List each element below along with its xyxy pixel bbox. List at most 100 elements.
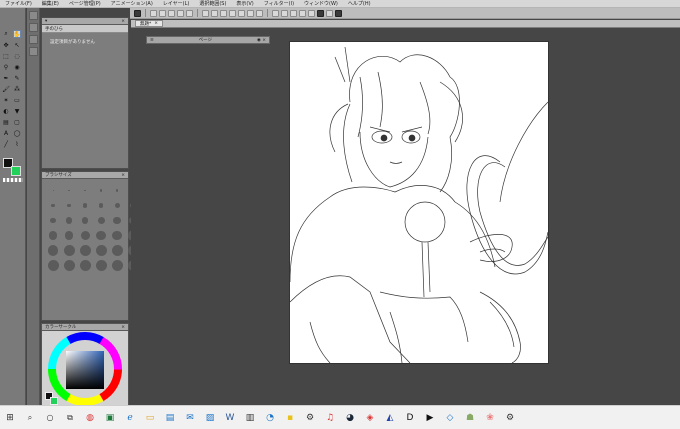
mail-icon[interactable]: ✉ bbox=[182, 411, 198, 425]
brush-size-preset[interactable] bbox=[79, 215, 91, 226]
brush-size-preset[interactable] bbox=[47, 200, 59, 211]
transparent-color-swatch[interactable] bbox=[3, 178, 23, 182]
redo-icon[interactable] bbox=[186, 9, 193, 17]
sub-tool-icon[interactable] bbox=[29, 11, 38, 20]
menu-edit[interactable]: 編集(E) bbox=[37, 0, 64, 7]
brush-size-preset[interactable] bbox=[63, 200, 75, 211]
airbrush-icon[interactable]: ⁂ bbox=[13, 85, 21, 93]
search-icon[interactable]: ⌕ bbox=[22, 411, 38, 425]
balloon-icon[interactable]: ◯ bbox=[13, 129, 21, 137]
user-icon[interactable] bbox=[326, 9, 333, 17]
brush-size-preset[interactable] bbox=[95, 245, 107, 256]
brush-size-preset[interactable] bbox=[95, 260, 107, 271]
word-icon[interactable]: W bbox=[222, 411, 238, 425]
excel-icon[interactable]: ▣ bbox=[102, 411, 118, 425]
canvas-tab[interactable]: 無題* × bbox=[135, 20, 164, 27]
panel-menu-icon[interactable]: ▾ bbox=[45, 19, 47, 24]
eyedropper-icon[interactable]: ⚲ bbox=[2, 63, 10, 71]
brush-size-preset[interactable] bbox=[47, 260, 59, 271]
operation-icon[interactable]: ↖ bbox=[13, 41, 21, 49]
help-icon[interactable] bbox=[335, 9, 342, 17]
settings-icon[interactable] bbox=[256, 9, 263, 17]
menu-selection[interactable]: 選択範囲(S) bbox=[194, 0, 231, 7]
sub-tool-icon[interactable] bbox=[29, 47, 38, 56]
brush-size-preset[interactable] bbox=[111, 245, 123, 256]
cortana-icon[interactable]: ○ bbox=[42, 411, 58, 425]
drawing-page[interactable] bbox=[289, 42, 549, 364]
transform-icon[interactable] bbox=[220, 9, 227, 17]
menu-file[interactable]: ファイル(F) bbox=[0, 0, 37, 7]
blend-icon[interactable]: ◐ bbox=[2, 107, 10, 115]
app-logo-icon[interactable] bbox=[134, 9, 141, 17]
text-icon[interactable]: A bbox=[2, 129, 10, 137]
selection-icon[interactable]: ⬚ bbox=[2, 52, 10, 60]
paint-icon[interactable]: ▶ bbox=[422, 411, 438, 425]
clear-icon[interactable] bbox=[202, 9, 209, 17]
menu-animation[interactable]: アニメーション(A) bbox=[106, 0, 158, 7]
invert-selection-icon[interactable] bbox=[247, 9, 254, 17]
brush-size-preset[interactable] bbox=[95, 200, 107, 211]
brush-size-preset[interactable] bbox=[111, 260, 123, 271]
browser-icon[interactable]: ◔ bbox=[262, 411, 278, 425]
sub-tool-icon[interactable] bbox=[29, 35, 38, 44]
brush-size-preset[interactable] bbox=[63, 185, 75, 196]
open-file-icon[interactable] bbox=[159, 9, 166, 17]
sticky-notes-icon[interactable]: ▪ bbox=[282, 411, 298, 425]
brush-size-preset[interactable] bbox=[111, 185, 123, 196]
save-icon[interactable] bbox=[168, 9, 175, 17]
brush-size-preset[interactable] bbox=[95, 230, 107, 241]
clip-studio-icon[interactable]: ❀ bbox=[482, 411, 498, 425]
brush-size-preset[interactable] bbox=[47, 185, 59, 196]
eraser-icon[interactable]: ▭ bbox=[13, 96, 21, 104]
brush-size-preset[interactable] bbox=[63, 215, 75, 226]
menu-layer[interactable]: レイヤー(L) bbox=[158, 0, 195, 7]
brush-size-preset[interactable] bbox=[95, 185, 107, 196]
brush-size-preset[interactable] bbox=[47, 230, 59, 241]
correct-line-icon[interactable]: ⌇ bbox=[13, 140, 21, 148]
menu-help[interactable]: ヘルプ(H) bbox=[343, 0, 376, 7]
panel-close-icon[interactable]: × bbox=[121, 173, 125, 178]
sync-icon[interactable] bbox=[308, 9, 315, 17]
task-view-icon[interactable]: ⧉ bbox=[62, 411, 78, 425]
figma-icon[interactable]: ◇ bbox=[442, 411, 458, 425]
brush-size-preset[interactable] bbox=[47, 215, 59, 226]
color-wheel[interactable] bbox=[42, 331, 128, 407]
lasso-icon[interactable]: ◌ bbox=[13, 52, 21, 60]
sub-tool-icon[interactable] bbox=[29, 23, 38, 32]
panel-close-icon[interactable]: × bbox=[121, 325, 125, 330]
close-icon[interactable]: ◉ × bbox=[257, 38, 266, 43]
grid-icon[interactable] bbox=[272, 9, 279, 17]
sub-color-swatch[interactable] bbox=[11, 166, 21, 176]
brush-icon[interactable]: 🖌 bbox=[2, 85, 10, 93]
decoration-icon[interactable]: ✶ bbox=[2, 96, 10, 104]
menu-view[interactable]: 表示(V) bbox=[231, 0, 258, 7]
hand-icon[interactable]: ✋ bbox=[13, 30, 21, 38]
brush-size-preset[interactable] bbox=[111, 230, 123, 241]
brush-size-preset[interactable] bbox=[79, 200, 91, 211]
ruler-tool-icon[interactable]: ╱ bbox=[2, 140, 10, 148]
move-icon[interactable]: ✥ bbox=[2, 41, 10, 49]
files-icon[interactable]: ▥ bbox=[242, 411, 258, 425]
color-wheel-icon[interactable]: ◉ bbox=[13, 63, 21, 71]
discord-icon[interactable]: ◭ bbox=[382, 411, 398, 425]
music-icon[interactable]: ♫ bbox=[322, 411, 338, 425]
pen-icon[interactable]: ✒ bbox=[2, 74, 10, 82]
brush-size-preset[interactable] bbox=[95, 215, 107, 226]
brush-size-preset[interactable] bbox=[111, 215, 123, 226]
steam-icon[interactable]: ◕ bbox=[342, 411, 358, 425]
edge-icon[interactable]: ℯ bbox=[122, 411, 138, 425]
snap-icon[interactable] bbox=[290, 9, 297, 17]
fill-bucket-icon[interactable]: ▼ bbox=[13, 107, 21, 115]
brush-size-preset[interactable] bbox=[111, 200, 123, 211]
cat-icon[interactable]: ☗ bbox=[462, 411, 478, 425]
menu-icon[interactable]: ≡ bbox=[150, 38, 154, 43]
menu-window[interactable]: ウィンドウ(W) bbox=[299, 0, 343, 7]
sub-color-chip[interactable] bbox=[50, 397, 58, 405]
undo-icon[interactable] bbox=[177, 9, 184, 17]
cloud-icon[interactable] bbox=[317, 9, 324, 17]
dropbox-icon[interactable]: D bbox=[402, 411, 418, 425]
pencil-icon[interactable]: ✎ bbox=[13, 74, 21, 82]
photos-icon[interactable]: ▨ bbox=[202, 411, 218, 425]
page-window-titlebar[interactable]: ≡ ページ ◉ × bbox=[146, 36, 270, 44]
panel-close-icon[interactable]: × bbox=[121, 19, 125, 24]
